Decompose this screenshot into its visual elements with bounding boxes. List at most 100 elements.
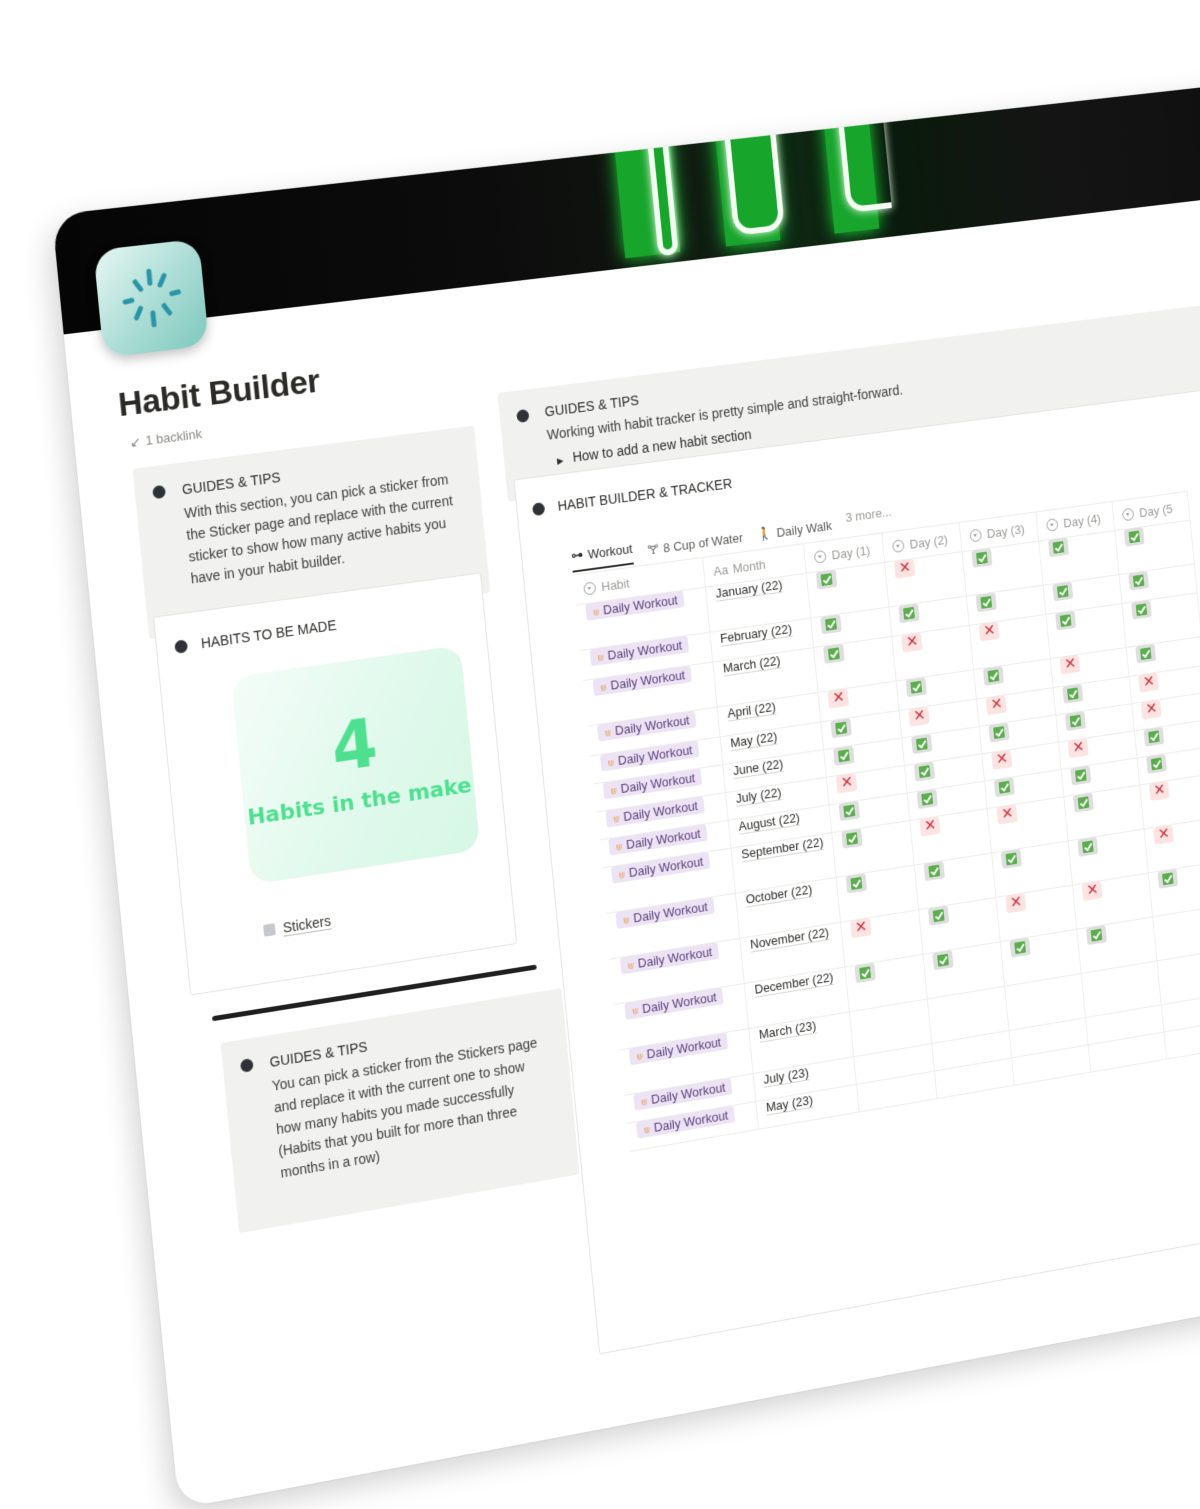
cross-icon: ✕ [1059, 654, 1081, 675]
column-header-label: Day (1) [831, 542, 871, 562]
section-heading-label: HABITS TO BE MADE [200, 616, 338, 652]
section-heading: HABITS TO BE MADE [174, 617, 337, 655]
checkmark-icon [898, 603, 920, 624]
column-header-label: Day (5 [1138, 501, 1174, 520]
cross-icon: ✕ [1153, 825, 1175, 845]
notion-page-window: Habit Builder ↙ 1 backlink GUIDES & TIPS … [52, 63, 1200, 1509]
habits-to-be-made-box: HABITS TO BE MADE 4 Habits in the make S… [153, 572, 518, 996]
checkmark-icon [1073, 792, 1095, 813]
backlinks-link[interactable]: ↙ 1 backlink [129, 426, 202, 451]
toggle-triangle-icon: ▶ [556, 455, 564, 466]
flexed-arm-icon: ⋓ [622, 915, 631, 927]
cross-icon: ✕ [1138, 672, 1160, 693]
checkmark-icon [932, 950, 954, 971]
checkmark-icon [1077, 836, 1099, 857]
flexed-arm-icon: ⋓ [606, 757, 615, 769]
checkmark-icon [1131, 599, 1153, 620]
flexed-arm-icon: ⋓ [626, 960, 635, 972]
column-header-label: Day (4) [1062, 510, 1102, 530]
column-header-label: Day (3) [986, 521, 1026, 541]
page-icon[interactable] [93, 238, 210, 358]
table-body: ⋓ Daily Workout January (22) ✕ ⋓ Daily Workou… [575, 520, 1200, 1152]
more-views-button[interactable]: 3 more... [845, 504, 893, 535]
flexed-arm-icon: ⋓ [592, 607, 601, 618]
select-property-icon [969, 528, 983, 542]
page-icon-small [263, 923, 276, 937]
checkmark-icon [1135, 643, 1157, 664]
page-title[interactable]: Habit Builder [117, 362, 322, 425]
column-header-label: Month [731, 556, 767, 576]
flexed-arm-icon: ⋓ [635, 1051, 644, 1063]
checkmark-icon [971, 548, 993, 568]
walking-person-icon: 🚶 [756, 525, 773, 542]
checkmark-icon [988, 722, 1010, 743]
checkmark-icon [1048, 537, 1070, 558]
checkmark-icon [1124, 527, 1145, 547]
select-property-icon [814, 549, 827, 564]
checkmark-icon [841, 828, 864, 849]
checkmark-icon [975, 592, 998, 613]
checkmark-icon [833, 745, 855, 766]
cross-icon: ✕ [1067, 738, 1089, 759]
flexed-arm-icon: ⋓ [617, 869, 626, 881]
column-header-label: Habit [600, 575, 631, 594]
checkmark-icon [1146, 754, 1168, 774]
loading-spinner-icon [114, 259, 189, 336]
flexed-arm-icon: ⋓ [596, 652, 605, 664]
checkmark-icon [1009, 937, 1031, 958]
bullet-dot-icon [531, 502, 546, 517]
cross-icon: ✕ [978, 621, 1000, 642]
backlinks-label: 1 backlink [144, 426, 203, 448]
cross-icon: ✕ [836, 773, 858, 794]
checkmark-icon [816, 569, 838, 590]
view-tab-label: Workout [587, 540, 634, 562]
cross-icon: ✕ [908, 706, 931, 727]
flexed-arm-icon: ⋓ [631, 1006, 640, 1017]
checkmark-icon [928, 905, 950, 926]
select-property-icon [583, 580, 597, 596]
neon-sign-graphic [609, 64, 968, 259]
title-property-icon: Aa [712, 561, 729, 579]
checkmark-icon [1086, 925, 1108, 946]
checkmark-icon [905, 677, 928, 698]
stickers-page-link[interactable]: Stickers [263, 912, 332, 939]
stickers-link-label: Stickers [282, 912, 332, 937]
checkmark-icon [923, 861, 946, 882]
cross-icon: ✕ [901, 632, 923, 653]
checkmark-icon [1128, 571, 1150, 591]
checkmark-icon [1055, 610, 1077, 631]
section-heading: HABIT BUILDER & TRACKER [531, 475, 733, 517]
cover-image[interactable] [52, 63, 1200, 335]
checkmark-icon [914, 761, 936, 782]
cross-icon: ✕ [996, 804, 1018, 825]
cross-icon: ✕ [850, 917, 872, 939]
habits-count-number: 4 [328, 704, 382, 789]
bullet-dot-icon [152, 484, 167, 500]
guides-tips-callout-2: GUIDES & TIPS You can pick a sticker fro… [220, 988, 580, 1234]
cross-icon: ✕ [1149, 781, 1170, 801]
cross-icon: ✕ [986, 695, 1008, 716]
checkmark-icon [916, 789, 939, 810]
cross-icon: ✕ [919, 816, 941, 837]
checkmark-icon [911, 734, 933, 755]
flexed-arm-icon: ⋓ [640, 1096, 649, 1108]
view-tab-label: 8 Cup of Water [662, 529, 744, 555]
bullet-dot-icon [239, 1058, 254, 1073]
habit-table: Habit Aa Month Day (1) Day (2) Day (3) Da… [572, 491, 1200, 1152]
cross-icon: ✕ [991, 749, 1013, 770]
cross-icon: ✕ [1081, 880, 1103, 901]
habit-tracker-database: HABIT BUILDER & TRACKER ⊶ Workout 🝖 8 Cup … [513, 353, 1200, 1355]
select-property-icon [1122, 507, 1135, 521]
checkmark-icon [845, 873, 868, 894]
column-header-label: Day (2) [909, 531, 949, 552]
dumbbell-icon: ⊶ [570, 546, 584, 564]
backlink-arrow-icon: ↙ [129, 433, 142, 450]
habits-count-sticker[interactable]: 4 Habits in the make [230, 645, 481, 885]
bullet-dot-icon [174, 639, 189, 654]
view-tab-label: Daily Walk [775, 517, 833, 540]
cross-icon: ✕ [827, 688, 850, 709]
flexed-arm-icon: ⋓ [609, 785, 618, 797]
select-property-icon [892, 538, 905, 553]
cross-icon: ✕ [1005, 893, 1027, 914]
flexed-arm-icon: ⋓ [642, 1124, 651, 1136]
